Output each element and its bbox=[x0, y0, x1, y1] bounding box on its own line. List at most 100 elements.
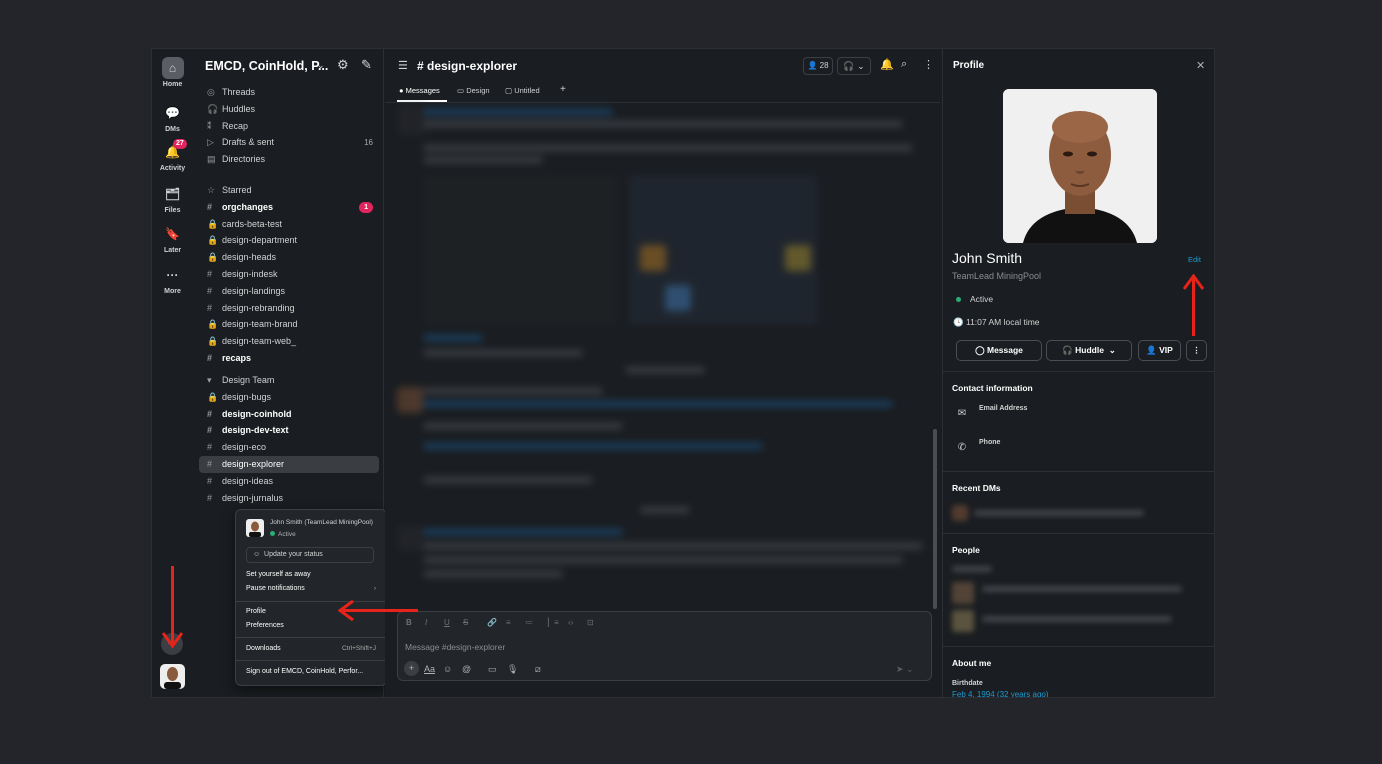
update-status-button[interactable]: ☺ Update your status bbox=[246, 547, 374, 563]
gear-icon[interactable]: ⚙ bbox=[337, 57, 349, 73]
blockquote-icon[interactable]: ▏≡ bbox=[548, 618, 559, 627]
activity-badge: 27 bbox=[173, 139, 187, 149]
sidebar-item-cards-beta-test[interactable]: 🔒 cards-beta-test bbox=[199, 216, 379, 233]
sidebar-item-design-jurnalus[interactable]: # design-jurnalus bbox=[199, 490, 379, 507]
menu-divider bbox=[236, 601, 388, 602]
more-vertical-icon[interactable]: ⋮ bbox=[1186, 340, 1207, 361]
add-tab-button[interactable]: + bbox=[560, 84, 566, 95]
preferences-item[interactable]: Preferences bbox=[246, 622, 376, 629]
rail-files[interactable]: 🗂 Files bbox=[152, 183, 193, 214]
huddle-button[interactable]: 🎧 ⌄ bbox=[837, 57, 871, 75]
lock-icon: 🔒 bbox=[207, 252, 219, 263]
formatting-icon[interactable]: Aa bbox=[424, 664, 435, 674]
rail-later[interactable]: 🔖 Later bbox=[152, 223, 193, 254]
dms-icon: 💬 bbox=[165, 106, 180, 120]
sidebar-item-drafts-sent[interactable]: ▷ Drafts & sent 16 bbox=[199, 134, 379, 151]
sidebar-item-directories[interactable]: ▤ Directories bbox=[199, 151, 379, 168]
sidebar-item-design-bugs[interactable]: 🔒 design-bugs bbox=[199, 389, 379, 406]
tab-messages[interactable]: ● Messages bbox=[399, 86, 440, 95]
rail-more[interactable]: ··· More bbox=[152, 264, 193, 295]
emoji-icon[interactable]: ☺ bbox=[443, 664, 452, 674]
headphones-icon: 🎧 bbox=[843, 61, 855, 71]
code-block-icon[interactable]: ⊡ bbox=[587, 618, 594, 627]
files-icon: 🗂 bbox=[164, 187, 181, 201]
profile-status: Active bbox=[956, 294, 993, 304]
slash-command-icon[interactable]: ⧄ bbox=[535, 664, 541, 675]
send-icon: ▷ bbox=[207, 137, 214, 148]
message-composer[interactable]: B I U S 🔗 ≡ ≔ ▏≡ ‹› ⊡ Message #design-ex… bbox=[397, 611, 932, 681]
bell-icon[interactable]: 🔔 bbox=[880, 58, 894, 71]
sidebar-item-threads[interactable]: ◎ Threads bbox=[199, 84, 379, 101]
arrowhead-up-icon bbox=[1183, 274, 1204, 290]
pause-notifications-item[interactable]: Pause notifications › bbox=[246, 585, 376, 592]
ordered-list-icon[interactable]: ≡ bbox=[506, 618, 511, 627]
sidebar-item-huddles[interactable]: 🎧 Huddles bbox=[199, 101, 379, 118]
sidebar-item-design-dev-text[interactable]: # design-dev-text bbox=[199, 422, 379, 439]
mention-icon[interactable]: @ bbox=[462, 664, 471, 674]
set-away-item[interactable]: Set yourself as away bbox=[246, 571, 376, 578]
sidebar-section-design-team[interactable]: ▾ Design Team bbox=[199, 372, 379, 389]
bullet-list-icon[interactable]: ≔ bbox=[525, 618, 533, 627]
sidebar-item-design-eco[interactable]: # design-eco bbox=[199, 439, 379, 456]
rail-dms[interactable]: 💬 DMs bbox=[152, 102, 193, 133]
underline-icon[interactable]: U bbox=[444, 618, 450, 627]
huddle-button[interactable]: 🎧 Huddle ⌄ bbox=[1046, 340, 1132, 361]
sidebar-item-recap[interactable]: ⁑ Recap bbox=[199, 118, 379, 135]
rail-home[interactable]: ⌂ Home bbox=[152, 57, 193, 88]
channel-title[interactable]: # design-explorer bbox=[417, 59, 517, 73]
user-avatar-button[interactable] bbox=[160, 664, 185, 689]
microphone-icon[interactable]: 🎙 bbox=[507, 664, 518, 675]
sidebar-section-starred[interactable]: ☆ Starred bbox=[199, 182, 379, 199]
rail-activity[interactable]: 🔔 27 Activity bbox=[152, 139, 193, 172]
divider bbox=[943, 471, 1214, 472]
workspace-name[interactable]: EMCD, CoinHold, P... bbox=[205, 59, 328, 73]
link-icon[interactable]: 🔗 bbox=[487, 618, 497, 627]
members-button[interactable]: 👤 28 bbox=[803, 57, 833, 75]
sidebar-item-design-explorer[interactable]: # design-explorer bbox=[199, 456, 379, 473]
strikethrough-icon[interactable]: S bbox=[463, 618, 468, 627]
italic-icon[interactable]: I bbox=[425, 618, 427, 627]
sidebar-item-design-team-brand[interactable]: 🔒 design-team-brand bbox=[199, 316, 379, 333]
bold-icon[interactable]: B bbox=[406, 618, 412, 627]
sidebar-item-orgchanges[interactable]: # orgchanges 1 bbox=[199, 199, 379, 216]
compose-icon[interactable]: ✎ bbox=[361, 57, 372, 73]
hash-icon: # bbox=[207, 302, 213, 313]
sidebar-item-design-landings[interactable]: # design-landings bbox=[199, 283, 379, 300]
video-icon[interactable]: ▭ bbox=[488, 664, 497, 675]
search-icon[interactable]: ⌕ bbox=[901, 58, 907, 71]
vip-button[interactable]: 👤 VIP bbox=[1138, 340, 1181, 361]
sidebar-item-recaps[interactable]: # recaps bbox=[199, 350, 379, 367]
attach-plus-icon[interactable]: + bbox=[404, 661, 419, 676]
mail-icon: ✉ bbox=[957, 408, 967, 419]
sidebar-item-design-coinhold[interactable]: # design-coinhold bbox=[199, 406, 379, 423]
lock-icon: 🔒 bbox=[207, 336, 219, 347]
birthdate-value[interactable]: Feb 4, 1994 (32 years ago) bbox=[952, 690, 1049, 697]
edit-profile-link[interactable]: Edit bbox=[1188, 255, 1201, 264]
sidebar-item-design-indesk[interactable]: # design-indesk bbox=[199, 266, 379, 283]
sidebar-item-design-ideas[interactable]: # design-ideas bbox=[199, 473, 379, 490]
send-icon[interactable]: ➤ ⌄ bbox=[896, 664, 914, 675]
tab-untitled[interactable]: ▢ Untitled bbox=[505, 86, 540, 95]
close-icon[interactable]: ✕ bbox=[1196, 59, 1205, 72]
more-vertical-icon[interactable]: ⋮ bbox=[923, 58, 934, 71]
sidebar-item-design-heads[interactable]: 🔒 design-heads bbox=[199, 249, 379, 266]
sidebar-item-design-department[interactable]: 🔒 design-department bbox=[199, 232, 379, 249]
hash-icon: # bbox=[207, 459, 213, 469]
tab-design[interactable]: ▭ Design bbox=[457, 86, 490, 95]
downloads-item[interactable]: Downloads Ctrl+Shift+J bbox=[246, 645, 376, 652]
message-input[interactable]: Message #design-explorer bbox=[405, 642, 505, 652]
chevron-down-icon[interactable]: ⌄ bbox=[317, 60, 325, 71]
canvas-icon[interactable]: ☰ bbox=[398, 59, 408, 72]
message-button[interactable]: ◯ Message bbox=[956, 340, 1042, 361]
hash-icon: # bbox=[207, 425, 213, 436]
sign-out-item[interactable]: Sign out of EMCD, CoinHold, Perfor... bbox=[246, 668, 376, 675]
more-dots-icon: ··· bbox=[166, 268, 179, 282]
profile-local-time: 🕓 11:07 AM local time bbox=[953, 317, 1040, 327]
sidebar-item-design-rebranding[interactable]: # design-rebranding bbox=[199, 300, 379, 317]
lock-icon: 🔒 bbox=[207, 218, 219, 229]
chevron-down-icon: ⌄ bbox=[857, 61, 865, 71]
code-icon[interactable]: ‹› bbox=[568, 618, 573, 627]
about-me-title: About me bbox=[952, 658, 992, 668]
sidebar-item-design-team-web_[interactable]: 🔒 design-team-web_ bbox=[199, 333, 379, 350]
scrollbar[interactable] bbox=[933, 429, 937, 609]
